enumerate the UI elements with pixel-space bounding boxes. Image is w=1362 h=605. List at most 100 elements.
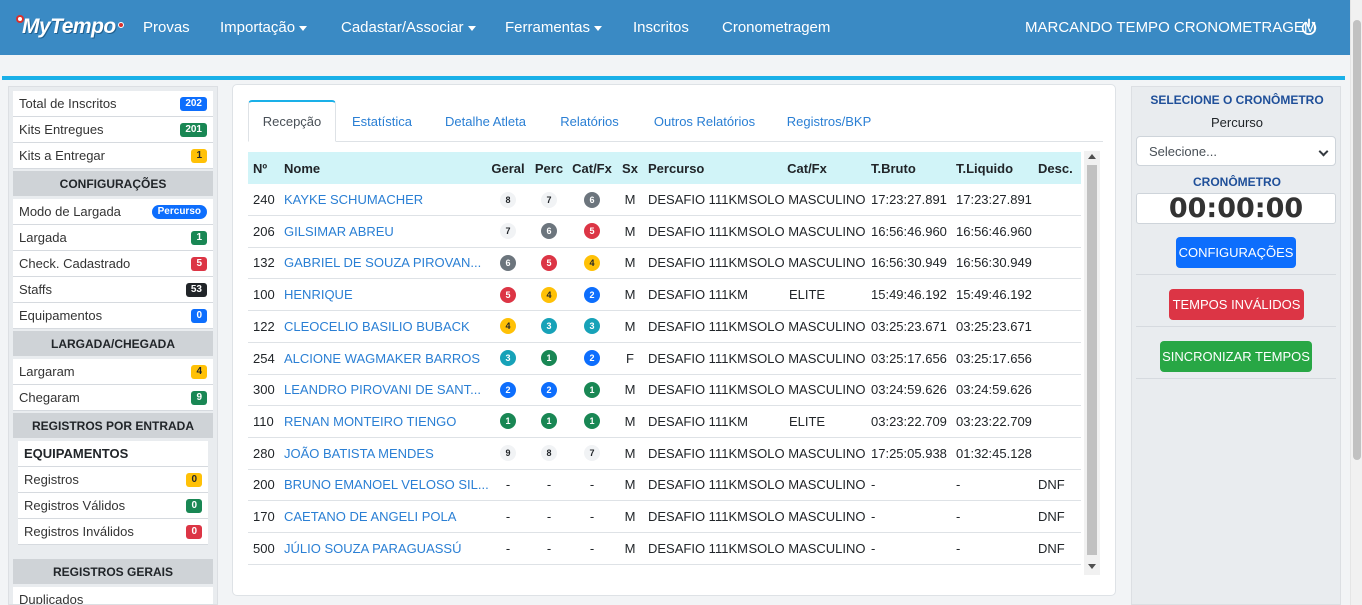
sincronizar-tempos-button[interactable]: SINCRONIZAR TEMPOS [1160, 341, 1312, 372]
cell-liquido: - [956, 469, 1038, 500]
cell-text: 03:23:22.709 [956, 413, 1032, 429]
column-header-n[interactable]: Nº [253, 152, 283, 184]
cell-nome[interactable]: JÚLIO SOUZA PARAGUASSÚ [284, 533, 484, 564]
scroll-thumb[interactable] [1353, 20, 1361, 460]
cell-sx: M [618, 501, 642, 532]
cell-text: DESAFIO 111KM [648, 509, 748, 524]
cell-categoria: SOLO MASCULINO [748, 247, 865, 278]
cell-desc: DNF [1038, 501, 1078, 532]
cell-liquido: - [956, 501, 1038, 532]
rank-badge: 5 [500, 286, 516, 303]
sidebar-item-total-de-inscritos[interactable]: Total de Inscritos 202 [13, 91, 213, 117]
cell-perc: - [530, 469, 568, 500]
sidebar-item-registros-invalidos[interactable]: Registros Inválidos 0 [18, 519, 208, 545]
cell-text: M [624, 382, 636, 398]
nav-item-inscritos[interactable]: Inscritos [633, 19, 689, 36]
column-header-t-bruto[interactable]: T.Bruto [871, 152, 953, 184]
nav-item-importacao[interactable]: Importação [220, 19, 308, 36]
cell-nome[interactable]: GABRIEL DE SOUZA PIROVAN... [284, 247, 484, 278]
sidebar-item-kits-entregues[interactable]: Kits Entregues 201 [13, 117, 213, 143]
chronometer-select[interactable]: Selecione... [1136, 136, 1336, 166]
nav-item-ferramentas[interactable]: Ferramentas [505, 19, 603, 36]
sidebar-item-registros[interactable]: Registros 0 [18, 467, 208, 493]
table-row[interactable]: 170 CAETANO DE ANGELI POLA - - - M DESAFIO 111… [248, 501, 1081, 533]
tab-estatistica[interactable]: Estatística [336, 100, 428, 142]
cell-liquido: 17:23:27.891 [956, 184, 1038, 215]
column-header-desc[interactable]: Desc. [1038, 152, 1078, 184]
column-header-percurso[interactable]: Percurso [648, 152, 753, 184]
cell-nome[interactable]: RENAN MONTEIRO TIENGO [284, 406, 484, 437]
tab-recepcao[interactable]: Recepção [248, 100, 336, 142]
tab-relatorios[interactable]: Relatórios [543, 100, 636, 142]
table-row[interactable]: 100 HENRIQUE 5 4 2 M DESAFIO 111KM ELITE 15:49:4… [248, 279, 1081, 312]
column-header-sx[interactable]: Sx [618, 152, 642, 184]
table-row[interactable]: 206 GILSIMAR ABREU 7 6 5 M DESAFIO 111KM SOLO M… [248, 216, 1081, 248]
brand-logo[interactable]: MyTempo [14, 12, 124, 42]
table-row[interactable]: 254 ALCIONE WAGMAKER BARROS 3 1 2 F DESAFIO 11… [248, 343, 1081, 375]
sidebar-item-largaram[interactable]: Largaram 4 [13, 359, 213, 385]
sidebar-item-chegaram[interactable]: Chegaram 9 [13, 385, 213, 411]
sidebar-item-label: Registros [24, 472, 79, 487]
count-badge: 1 [191, 230, 207, 245]
column-header-perc[interactable]: Perc [530, 152, 568, 184]
nav-item-cronometragem[interactable]: Cronometragem [722, 19, 830, 36]
table-row[interactable]: 132 GABRIEL DE SOUZA PIROVAN... 6 5 4 M DESAFI… [248, 247, 1081, 280]
tab-registros-bkp[interactable]: Registros/BKP [773, 100, 885, 142]
cell-nome[interactable]: CLEOCELIO BASILIO BUBACK [284, 311, 484, 342]
table-row[interactable]: 110 RENAN MONTEIRO TIENGO 1 1 1 M DESAFIO 111K… [248, 406, 1081, 438]
column-header-cat-fx[interactable]: Cat/Fx [568, 152, 616, 184]
nav-item-label: Inscritos [633, 19, 689, 36]
table-row[interactable]: 122 CLEOCELIO BASILIO BUBACK 4 3 3 M DESAFIO 1… [248, 311, 1081, 343]
accent-bar [2, 76, 1345, 80]
configuracoes-button[interactable]: CONFIGURAÇÕES [1176, 237, 1296, 268]
cell-nome[interactable]: LEANDRO PIROVANI DE SANT... [284, 374, 484, 405]
sidebar-item-staffs[interactable]: Staffs 53 [13, 277, 213, 303]
sidebar-item-largada[interactable]: Largada 1 [13, 225, 213, 251]
cell-nome[interactable]: CAETANO DE ANGELI POLA [284, 501, 484, 532]
scroll-down-icon[interactable] [1088, 564, 1096, 569]
cell-text: 01:32:45.128 [956, 445, 1032, 461]
tempos-invalidos-button[interactable]: TEMPOS INVÁLIDOS [1169, 289, 1304, 320]
sidebar-item-modo-de-largada[interactable]: Modo de Largada Percurso [13, 199, 213, 225]
table-row[interactable]: 240 KAYKE SCHUMACHER 8 7 6 M DESAFIO 111KM SOLO… [248, 184, 1081, 216]
scroll-thumb[interactable] [1087, 165, 1097, 555]
nav-item-label: Cronometragem [722, 19, 831, 36]
cell-text: SOLO MASCULINO [748, 540, 866, 556]
sidebar-item-check-cadastrado[interactable]: Check. Cadastrado 5 [13, 251, 213, 277]
cell-catfx_pos: 4 [568, 247, 616, 278]
cell-nome[interactable]: KAYKE SCHUMACHER [284, 184, 484, 215]
scroll-up-icon[interactable] [1088, 154, 1096, 159]
column-header-cat-fx[interactable]: Cat/Fx [753, 152, 861, 184]
sidebar-item-equipamentos[interactable]: EQUIPAMENTOS [18, 441, 208, 467]
column-header-nome[interactable]: Nome [284, 152, 484, 184]
power-icon[interactable] [1300, 18, 1318, 36]
tab-outros-relatorios[interactable]: Outros Relatórios [636, 100, 773, 142]
cell-nome[interactable]: ALCIONE WAGMAKER BARROS [284, 343, 484, 374]
rank-value: - [505, 477, 511, 493]
table-row[interactable]: 500 JÚLIO SOUZA PARAGUASSÚ - - - M DESAFIO 111… [248, 533, 1081, 565]
divider [1136, 326, 1336, 327]
table-scrollbar[interactable] [1084, 151, 1100, 575]
table-row[interactable]: 200 BRUNO EMANOEL VELOSO SIL... - - - M DESAFI… [248, 469, 1081, 502]
cell-nome[interactable]: HENRIQUE [284, 279, 484, 310]
sidebar-item-registros-validos[interactable]: Registros Válidos 0 [18, 493, 208, 519]
cell-geral: - [488, 469, 528, 500]
column-header-geral[interactable]: Geral [488, 152, 528, 184]
table-row[interactable]: 300 LEANDRO PIROVANI DE SANT... 2 2 1 M DESAFI… [248, 374, 1081, 407]
sidebar-item-equipamentos[interactable]: Equipamentos 0 [13, 303, 213, 329]
nav-item-cadastar-associar[interactable]: Cadastar/Associar [341, 19, 476, 36]
nav-item-provas[interactable]: Provas [143, 19, 190, 36]
cell-text: - [871, 477, 876, 493]
cell-nome[interactable]: GILSIMAR ABREU [284, 216, 484, 247]
page-scrollbar[interactable] [1350, 0, 1362, 605]
cell-nome[interactable]: BRUNO EMANOEL VELOSO SIL... [284, 469, 489, 500]
cell-num: 280 [253, 438, 283, 469]
cell-text: SOLO MASCULINO [748, 382, 866, 398]
cell-nome[interactable]: JOÃO BATISTA MENDES [284, 438, 484, 469]
column-header-t-liquido[interactable]: T.Liquido [956, 152, 1038, 184]
tab-detalhe-atleta[interactable]: Detalhe Atleta [428, 100, 543, 142]
sidebar-item-duplicados[interactable]: Duplicados [13, 587, 213, 604]
table-row[interactable]: 280 JOÃO BATISTA MENDES 9 8 7 M DESAFIO 111KM S… [248, 438, 1081, 470]
organization-name[interactable]: MARCANDO TEMPO CRONOMETRAGEM [1025, 19, 1316, 36]
sidebar-item-kits-a-entregar[interactable]: Kits a Entregar 1 [13, 143, 213, 169]
